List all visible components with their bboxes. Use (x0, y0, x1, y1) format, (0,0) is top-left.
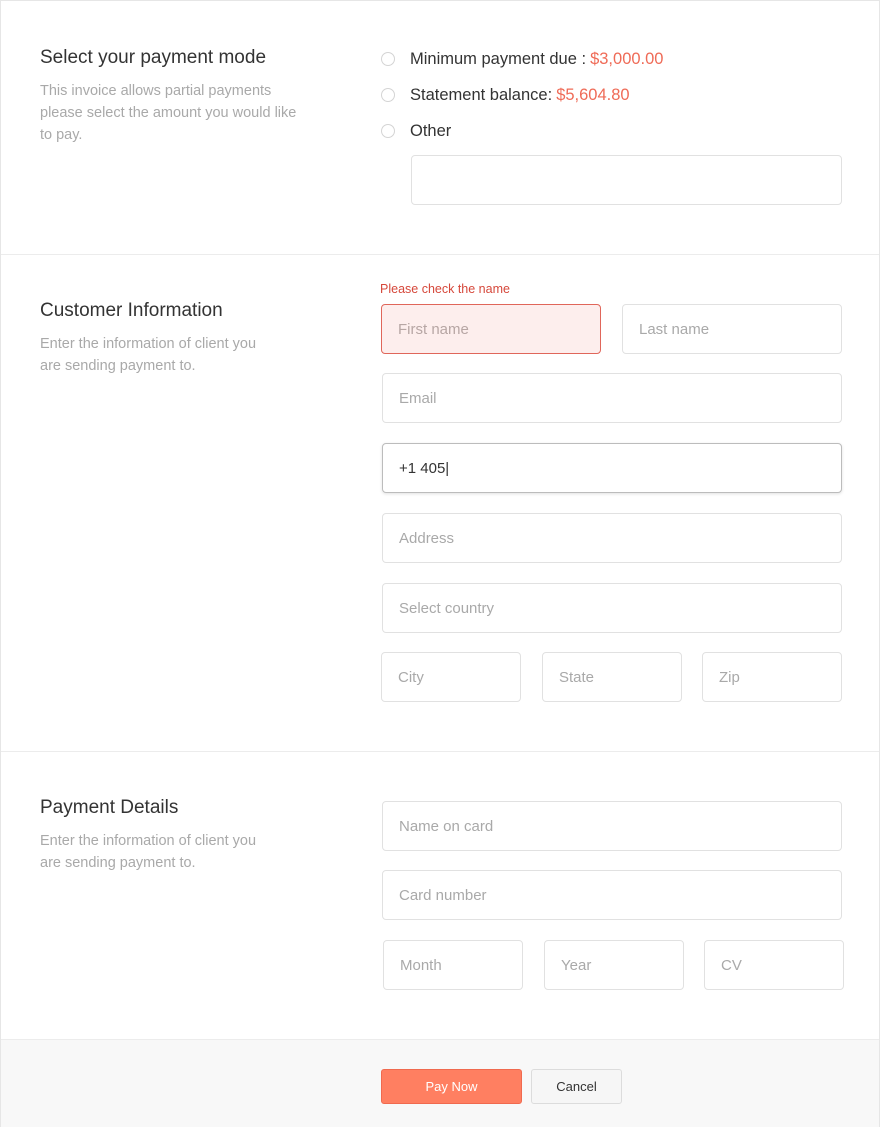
address-input[interactable] (382, 513, 842, 563)
card-number-input[interactable] (382, 870, 842, 920)
country-select[interactable] (382, 583, 842, 633)
email-input[interactable] (382, 373, 842, 423)
payment-details-title: Payment Details (40, 797, 179, 818)
amount-value: $5,604.80 (556, 85, 630, 104)
section-divider (1, 751, 879, 752)
month-input[interactable] (383, 940, 523, 990)
radio-label: Statement balance: (410, 85, 553, 104)
zip-input[interactable] (702, 652, 842, 702)
customer-info-title: Customer Information (40, 300, 223, 321)
payment-details-description: Enter the information of client you are … (40, 833, 257, 871)
radio-label: Minimum payment due : (410, 49, 587, 68)
other-amount-input[interactable] (411, 155, 842, 205)
city-input[interactable] (381, 652, 521, 702)
radio-button[interactable] (381, 88, 395, 102)
payment-mode-title: Select your payment mode (40, 47, 267, 68)
amount-value: $3,000.00 (590, 49, 664, 68)
section-divider (1, 254, 879, 255)
cv-input[interactable] (704, 940, 844, 990)
radio-label: Other (410, 121, 452, 140)
last-name-input[interactable] (622, 304, 842, 354)
state-input[interactable] (542, 652, 682, 702)
year-input[interactable] (544, 940, 684, 990)
payment-form-page: Select your payment mode This invoice al… (0, 0, 880, 1127)
payment-mode-description: This invoice allows partial payments ple… (40, 83, 297, 143)
radio-option-other[interactable]: Other (381, 119, 451, 143)
customer-info-description: Enter the information of client you are … (40, 336, 257, 374)
first-name-input[interactable] (381, 304, 601, 354)
radio-button[interactable] (381, 52, 395, 66)
pay-now-button[interactable]: Pay Now (381, 1069, 522, 1104)
name-on-card-input[interactable] (382, 801, 842, 851)
cancel-button[interactable]: Cancel (531, 1069, 622, 1104)
form-footer: Pay Now Cancel (1, 1039, 879, 1127)
phone-input[interactable] (382, 443, 842, 493)
radio-option-minimum-payment[interactable]: Minimum payment due : $3,000.00 (381, 47, 663, 71)
radio-button[interactable] (381, 124, 395, 138)
name-error-message: Please check the name (380, 282, 510, 296)
radio-option-statement-balance[interactable]: Statement balance: $5,604.80 (381, 83, 630, 107)
